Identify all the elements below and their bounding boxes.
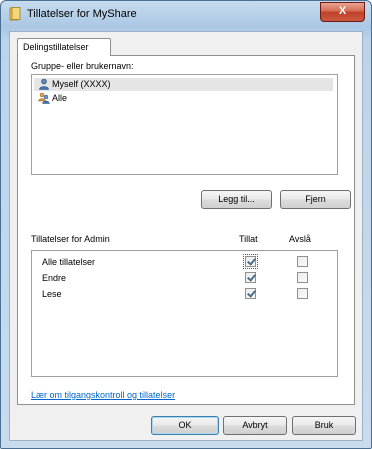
permission-name: Alle tillatelser xyxy=(42,257,96,267)
allow-checkbox-change[interactable] xyxy=(245,272,256,283)
deny-column-header: Avslå xyxy=(289,234,311,244)
tab-panel: Gruppe- eller brukernavn: Myself (XXXX) xyxy=(17,55,355,405)
apply-button[interactable]: Bruk xyxy=(292,416,356,435)
permission-name: Endre xyxy=(42,273,67,283)
cancel-button[interactable]: Avbryt xyxy=(223,416,287,435)
permission-row-read: Lese xyxy=(32,286,337,302)
ok-button[interactable]: OK xyxy=(151,416,219,435)
group-list[interactable]: Myself (XXXX) Alle xyxy=(31,74,338,175)
list-item-alle[interactable]: Alle xyxy=(34,92,333,105)
permission-name: Lese xyxy=(42,289,62,299)
title-bar[interactable]: Tillatelser for MyShare X xyxy=(1,1,371,27)
window-title: Tillatelser for MyShare xyxy=(27,8,137,20)
permissions-header: Tillatelser for Admin xyxy=(31,234,110,244)
allow-checkbox-read[interactable] xyxy=(245,288,256,299)
deny-checkbox-read[interactable] xyxy=(297,288,308,299)
user-icon xyxy=(39,78,49,90)
list-item-label: Alle xyxy=(52,93,68,103)
group-list-label: Gruppe- eller brukernavn: xyxy=(31,61,134,71)
allow-column-header: Tillat xyxy=(239,234,258,244)
add-button[interactable]: Legg til... xyxy=(201,190,272,209)
allow-checkbox-all[interactable] xyxy=(243,254,258,269)
deny-checkbox-change[interactable] xyxy=(297,272,308,283)
remove-button[interactable]: Fjern xyxy=(280,190,351,209)
permissions-dialog: Tillatelser for MyShare X Delingstillate… xyxy=(0,0,372,449)
permission-row-all: Alle tillatelser xyxy=(32,254,337,270)
list-item-label: Myself (XXXX) xyxy=(52,79,111,89)
list-item-myself[interactable]: Myself (XXXX) xyxy=(34,78,333,91)
group-icon xyxy=(38,92,50,104)
close-icon: X xyxy=(338,5,347,17)
share-folder-icon xyxy=(9,7,21,21)
deny-checkbox-all[interactable] xyxy=(297,256,308,267)
permission-row-change: Endre xyxy=(32,270,337,286)
tab-label: Delingstillatelser xyxy=(23,42,89,52)
tab-sharing-permissions[interactable]: Delingstillatelser xyxy=(17,38,111,56)
help-link[interactable]: Lær om tilgangskontroll og tillatelser xyxy=(31,390,175,400)
permissions-list: Alle tillatelser Endre Lese xyxy=(31,250,338,377)
dialog-client-area: Delingstillatelser Gruppe- eller brukern… xyxy=(9,31,363,441)
close-button[interactable]: X xyxy=(320,2,365,22)
